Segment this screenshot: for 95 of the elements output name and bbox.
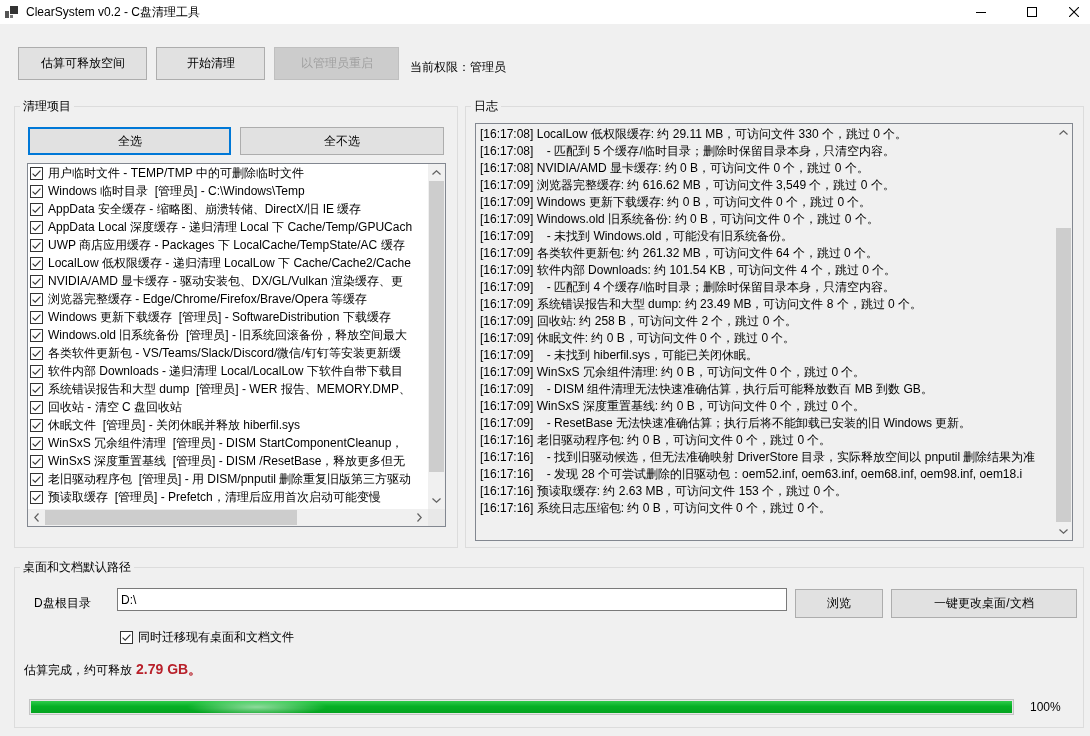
- log-line: [16:17:09] - ResetBase 无法快速准确估算；执行后将不能卸载已安装的旧 Windows 更新。: [480, 415, 973, 432]
- checkbox[interactable]: [30, 184, 43, 198]
- log-line: [16:17:16] - 发现 28 个可尝试删除的旧驱动包：oem52.inf, oem63.inf, oem68.inf, oem98.inf, oem18.i: [480, 466, 1024, 483]
- checkbox[interactable]: [30, 454, 43, 468]
- cleanup-item[interactable]: WinSxS 冗余组件清理 [管理员] - DISM StartComponentCleanup，: [48, 435, 404, 451]
- status-text: 估算完成，约可释放: [24, 662, 132, 679]
- checkbox[interactable]: [30, 310, 43, 324]
- cleanup-item[interactable]: Windows 临时目录 [管理员] - C:\Windows\Temp: [48, 183, 305, 199]
- permission-label: 当前权限：管理员: [410, 58, 506, 76]
- log-line: [16:17:16] 预读取缓存: 约 2.63 MB，可访问文件 153 个，跳过 0 个。: [480, 483, 849, 500]
- cleanup-item[interactable]: 回收站 - 清空 C 盘回收站: [48, 399, 182, 415]
- cleanup-item[interactable]: AppData Local 深度缓存 - 递归清理 Local 下 Cache/Temp/GPUCach: [48, 219, 413, 235]
- log-line: [16:17:09] WinSxS 冗余组件清理: 约 0 B，可访问文件 0 个，跳过 0 个。: [480, 364, 867, 381]
- cleanup-item[interactable]: 系统错误报告和大型 dump [管理员] - WER 报告、MEMORY.DMP、: [48, 381, 411, 397]
- group-title: 桌面和文档默认路径: [22, 559, 132, 575]
- checkbox[interactable]: [30, 166, 43, 180]
- checkbox[interactable]: [30, 202, 43, 216]
- progress-reading: 100%: [1030, 700, 1061, 714]
- window-title: ClearSystem v0.2 - C盘清理工具: [26, 3, 201, 21]
- scroll-left-icon[interactable]: [34, 513, 39, 522]
- cleanup-item[interactable]: 用户临时文件 - TEMP/TMP 中的可删除临时文件: [48, 165, 304, 181]
- cleanup-item[interactable]: UWP 商店应用缓存 - Packages 下 LocalCache/TempState/AC 缓存: [48, 237, 405, 253]
- checkbox[interactable]: [30, 328, 43, 342]
- cleanup-item[interactable]: WinSxS 深度重置基线 [管理员] - DISM /ResetBase，释放更多但无: [48, 453, 406, 469]
- scroll-down-icon[interactable]: [1059, 529, 1068, 534]
- log-line: [16:17:09] 回收站: 约 258 B，可访问文件 2 个，跳过 0 个。: [480, 313, 798, 330]
- checkbox[interactable]: [30, 292, 43, 306]
- scroll-up-icon[interactable]: [1059, 130, 1068, 135]
- log-line: [16:17:09] - 匹配到 4 个缓存/临时目录；删除时保留目录本身，只清空内容。: [480, 279, 896, 296]
- checkbox[interactable]: [30, 364, 43, 378]
- checkbox[interactable]: [30, 346, 43, 360]
- log-line: [16:17:09] - DISM 组件清理无法快速准确估算，执行后可能释放数百 MB 到数 GB。: [480, 381, 934, 398]
- cleanup-item[interactable]: 老旧驱动程序包 [管理员] - 用 DISM/pnputil 删除重复旧版第三方驱动: [48, 471, 412, 487]
- scrollbar-thumb[interactable]: [429, 181, 444, 472]
- checkbox[interactable]: [30, 274, 43, 288]
- log-line: [16:17:09] 系统错误报告和大型 dump: 约 23.49 MB，可访问文件 8 个，跳过 0 个。: [480, 296, 924, 313]
- toolbar-button[interactable]: 开始清理: [156, 47, 265, 80]
- checkbox-label[interactable]: 同时迁移现有桌面和文档文件: [138, 628, 294, 646]
- group-title: 日志: [473, 98, 499, 114]
- log-line: [16:17:09] Windows.old 旧系统备份: 约 0 B，可访问文件 0 个，跳过 0 个。: [480, 211, 880, 228]
- log-line: [16:17:09] 浏览器完整缓存: 约 616.62 MB，可访问文件 3,549 个，跳过 0 个。: [480, 177, 896, 194]
- path-field[interactable]: D:\: [117, 588, 787, 611]
- toolbar-button[interactable]: 估算可释放空间: [18, 47, 147, 80]
- log-line: [16:17:08] NVIDIA/AMD 显卡缓存: 约 0 B，可访问文件 0 个，跳过 0 个。: [480, 160, 870, 177]
- scroll-down-icon[interactable]: [432, 498, 441, 503]
- app-icon: [5, 6, 18, 18]
- log-line: [16:17:09] 休眠文件: 约 0 B，可访问文件 0 个，跳过 0 个。: [480, 330, 797, 347]
- checkbox[interactable]: [30, 382, 43, 396]
- log-line: [16:17:09] 软件内部 Downloads: 约 101.54 KB，可访问文件 4 个，跳过 0 个。: [480, 262, 898, 279]
- scroll-right-icon[interactable]: [417, 513, 422, 522]
- minimize-icon[interactable]: [976, 11, 986, 13]
- log-line: [16:17:16] - 找到旧驱动候选，但无法准确映射 DriverStore 目录，实际释放空间以 pnputil 删除结果为准: [480, 449, 1037, 466]
- log-line: [16:17:09] - 未找到 Windows.old，可能没有旧系统备份。: [480, 228, 795, 245]
- checkbox[interactable]: [30, 418, 43, 432]
- log-line: [16:17:16] 老旧驱动程序包: 约 0 B，可访问文件 0 个，跳过 0 个。: [480, 432, 833, 449]
- scrollbar-thumb[interactable]: [45, 510, 297, 525]
- scrollbar-corner: [428, 509, 445, 526]
- cleanup-item[interactable]: LocalLow 低权限缓存 - 递归清理 LocalLow 下 Cache/Cache2/Cache: [48, 255, 411, 271]
- cleanup-item[interactable]: 预读取缓存 [管理员] - Prefetch，清理后应用首次启动可能变慢: [48, 489, 381, 505]
- log-line: [16:17:09] Windows 更新下载缓存: 约 0 B，可访问文件 0 个，跳过 0 个。: [480, 194, 873, 211]
- cleanup-item[interactable]: NVIDIA/AMD 显卡缓存 - 驱动安装包、DX/GL/Vulkan 渲染缓存、更: [48, 273, 403, 289]
- maximize-icon[interactable]: [1027, 7, 1037, 17]
- group-title: 清理项目: [22, 98, 72, 114]
- cleanup-item[interactable]: Windows 更新下载缓存 [管理员] - SoftwareDistribution 下载缓存: [48, 309, 391, 325]
- cleanup-item[interactable]: 浏览器完整缓存 - Edge/Chrome/Firefox/Brave/Opera 等缓存: [48, 291, 368, 307]
- log-line: [16:17:08] LocalLow 低权限缓存: 约 29.11 MB，可访问文件 330 个，跳过 0 个。: [480, 126, 909, 143]
- log-line: [16:17:09] - 未找到 hiberfil.sys，可能已关闭休眠。: [480, 347, 760, 364]
- cleanup-item[interactable]: 休眠文件 [管理员] - 关闭休眠并释放 hiberfil.sys: [48, 417, 301, 433]
- browse-button[interactable]: 浏览: [795, 589, 883, 618]
- checkbox[interactable]: [30, 400, 43, 414]
- log-line: [16:17:08] - 匹配到 5 个缓存/临时目录；删除时保留目录本身，只清空内容。: [480, 143, 896, 160]
- close-icon[interactable]: [1068, 7, 1079, 17]
- horizontal-scrollbar[interactable]: [28, 509, 428, 526]
- checkbox[interactable]: [30, 238, 43, 252]
- freed-amount: 2.79 GB。: [136, 661, 203, 679]
- checkbox[interactable]: [30, 256, 43, 270]
- select-button[interactable]: 全选: [28, 127, 231, 155]
- vertical-scrollbar[interactable]: [428, 164, 445, 509]
- checkbox[interactable]: [30, 436, 43, 450]
- field-label: D盘根目录: [34, 595, 92, 612]
- log-line: [16:17:16] 系统日志压缩包: 约 0 B，可访问文件 0 个，跳过 0 个。: [480, 500, 833, 517]
- cleanup-item[interactable]: 各类软件更新包 - VS/Teams/Slack/Discord/微信/钉钉等安装更新缓: [48, 345, 401, 361]
- scrollbar-thumb[interactable]: [1056, 228, 1071, 522]
- cleanup-item[interactable]: Windows.old 旧系统备份 [管理员] - 旧系统回滚备份，释放空间最大: [48, 327, 408, 343]
- checkbox[interactable]: [30, 472, 43, 486]
- checkbox[interactable]: [30, 490, 43, 504]
- apply-button[interactable]: 一键更改桌面/文档: [891, 589, 1077, 618]
- scroll-up-icon[interactable]: [432, 170, 441, 175]
- cleanup-item[interactable]: 软件内部 Downloads - 递归清理 Local/LocalLow 下软件自带下载目: [48, 363, 403, 379]
- checkbox[interactable]: [30, 220, 43, 234]
- log-line: [16:17:09] WinSxS 深度重置基线: 约 0 B，可访问文件 0 个，跳过 0 个。: [480, 398, 867, 415]
- log-line: [16:17:09] 各类软件更新包: 约 261.32 MB，可访问文件 64 个，跳过 0 个。: [480, 245, 880, 262]
- checkbox[interactable]: [120, 630, 133, 644]
- select-button[interactable]: 全不选: [240, 127, 444, 155]
- cleanup-item[interactable]: AppData 安全缓存 - 缩略图、崩溃转储、DirectX/旧 IE 缓存: [48, 201, 362, 217]
